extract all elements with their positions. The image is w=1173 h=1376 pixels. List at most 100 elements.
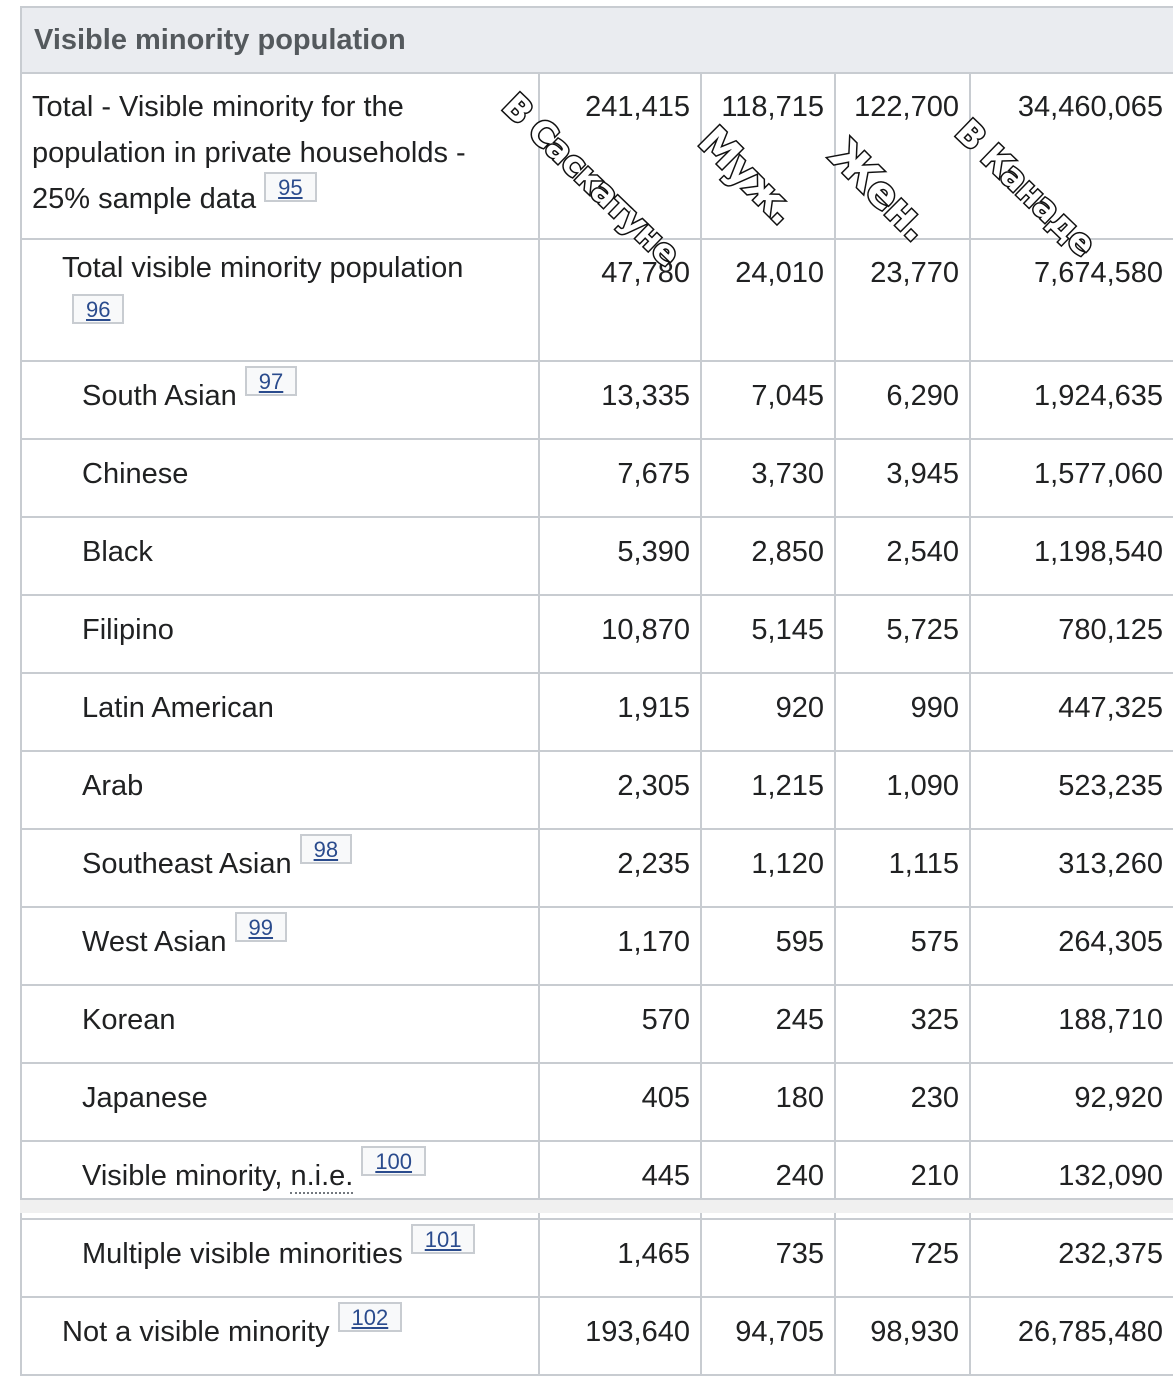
value-male: 920 xyxy=(700,672,836,752)
row-label: Japanese xyxy=(82,1082,208,1114)
value-canada: 232,375 xyxy=(968,1218,1173,1298)
footnote-link[interactable]: 97 xyxy=(244,366,298,396)
row-label-cell: Total visible minority population 96 xyxy=(20,238,540,362)
row-label: Southeast Asian xyxy=(82,848,292,880)
footnote-link[interactable]: 101 xyxy=(410,1224,476,1254)
table-row: South Asian 97 13,335 7,045 6,290 1,924,6… xyxy=(20,360,1173,440)
value-saskatoon: 2,305 xyxy=(538,750,702,830)
value-female: 5,725 xyxy=(834,594,971,674)
row-label-cell: Total - Visible minority for the populat… xyxy=(20,72,540,240)
table-row: Korean 570 245 325 188,710 xyxy=(20,984,1173,1064)
value-male: 1,215 xyxy=(700,750,836,830)
table-row: Arab 2,305 1,215 1,090 523,235 xyxy=(20,750,1173,830)
row-label: South Asian xyxy=(82,380,237,412)
footnote-link[interactable]: 100 xyxy=(361,1146,427,1176)
value-canada: 523,235 xyxy=(968,750,1173,830)
value-saskatoon: 405 xyxy=(538,1062,702,1142)
value-canada: 1,924,635 xyxy=(968,360,1173,440)
value-canada: 188,710 xyxy=(968,984,1173,1064)
row-label-cell: Arab xyxy=(20,750,540,830)
value-canada: 1,577,060 xyxy=(968,438,1173,518)
row-label-cell: South Asian 97 xyxy=(20,360,540,440)
row-label-cell: Korean xyxy=(20,984,540,1064)
value-canada: 92,920 xyxy=(968,1062,1173,1142)
row-label-cell: Southeast Asian 98 xyxy=(20,828,540,908)
section-header-row: Visible minority population xyxy=(19,6,1173,74)
row-label-cell: Japanese xyxy=(20,1062,540,1142)
nie-abbreviation[interactable]: n.i.e. xyxy=(290,1160,354,1194)
value-saskatoon: 5,390 xyxy=(538,516,702,596)
table-row: Total visible minority population 96 47,… xyxy=(20,238,1173,362)
value-female: 230 xyxy=(834,1062,971,1142)
footnote-link[interactable]: 99 xyxy=(234,912,288,942)
value-male: 24,010 xyxy=(700,238,836,362)
row-label: Arab xyxy=(82,770,144,802)
value-saskatoon: 7,675 xyxy=(538,438,702,518)
table-row: Multiple visible minorities 101 1,465 735… xyxy=(20,1218,1173,1298)
value-canada: 26,785,480 xyxy=(968,1296,1173,1376)
value-male: 180 xyxy=(700,1062,836,1142)
value-male: 7,045 xyxy=(700,360,836,440)
row-label-cell: Chinese xyxy=(20,438,540,518)
value-male: 595 xyxy=(700,906,836,986)
value-saskatoon: 47,780 xyxy=(538,238,702,362)
table-row: Filipino 10,870 5,145 5,725 780,125 xyxy=(20,594,1173,674)
value-female: 575 xyxy=(834,906,971,986)
value-saskatoon: 1,465 xyxy=(538,1218,702,1298)
value-female: 1,115 xyxy=(834,828,971,908)
footnote-link[interactable]: 98 xyxy=(299,834,353,864)
value-male: 735 xyxy=(700,1218,836,1298)
value-female: 990 xyxy=(834,672,971,752)
row-label: Not a visible minority xyxy=(62,1316,330,1348)
footnote-link[interactable]: 96 xyxy=(72,294,125,324)
table-row: Latin American 1,915 920 990 447,325 xyxy=(20,672,1173,752)
row-label-cell: Multiple visible minorities 101 xyxy=(20,1218,540,1298)
table-row: Southeast Asian 98 2,235 1,120 1,115 313,… xyxy=(20,828,1173,908)
value-canada: 313,260 xyxy=(968,828,1173,908)
value-female: 98,930 xyxy=(834,1296,971,1376)
table-row: Not a visible minority 102 193,640 94,705… xyxy=(20,1296,1173,1376)
value-saskatoon: 2,235 xyxy=(538,828,702,908)
value-saskatoon: 13,335 xyxy=(538,360,702,440)
value-saskatoon: 193,640 xyxy=(538,1296,702,1376)
row-label: Black xyxy=(82,536,153,568)
value-saskatoon: 1,915 xyxy=(538,672,702,752)
section-title: Visible minority population xyxy=(19,6,1173,74)
value-canada: 1,198,540 xyxy=(968,516,1173,596)
value-saskatoon: 1,170 xyxy=(538,906,702,986)
row-label: Multiple visible minorities xyxy=(82,1238,403,1270)
value-canada: 264,305 xyxy=(968,906,1173,986)
row-label: Total visible minority population xyxy=(62,252,464,284)
value-male: 2,850 xyxy=(700,516,836,596)
value-female: 23,770 xyxy=(834,238,971,362)
row-label: Total - Visible minority for the populat… xyxy=(32,91,466,215)
row-label-cell: Not a visible minority 102 xyxy=(20,1296,540,1376)
value-saskatoon: 570 xyxy=(538,984,702,1064)
row-label-cell: Black xyxy=(20,516,540,596)
value-male: 1,120 xyxy=(700,828,836,908)
row-label: Korean xyxy=(82,1004,176,1036)
value-canada: 780,125 xyxy=(968,594,1173,674)
row-label: Latin American xyxy=(82,692,274,724)
value-female: 3,945 xyxy=(834,438,971,518)
row-label: West Asian xyxy=(82,926,227,958)
row-label: Chinese xyxy=(82,458,189,490)
row-label-cell: West Asian 99 xyxy=(20,906,540,986)
value-female: 2,540 xyxy=(834,516,971,596)
value-female: 1,090 xyxy=(834,750,971,830)
value-female: 725 xyxy=(834,1218,971,1298)
footnote-link[interactable]: 102 xyxy=(337,1302,403,1332)
table-row: Japanese 405 180 230 92,920 xyxy=(20,1062,1173,1142)
value-canada: 447,325 xyxy=(968,672,1173,752)
value-male: 245 xyxy=(700,984,836,1064)
table-row: Black 5,390 2,850 2,540 1,198,540 xyxy=(20,516,1173,596)
table-row: West Asian 99 1,170 595 575 264,305 xyxy=(20,906,1173,986)
table-row: Chinese 7,675 3,730 3,945 1,577,060 xyxy=(20,438,1173,518)
row-label-cell: Latin American xyxy=(20,672,540,752)
footnote-link[interactable]: 95 xyxy=(264,172,317,202)
row-label-cell: Filipino xyxy=(20,594,540,674)
value-female: 325 xyxy=(834,984,971,1064)
row-label-prefix: Visible minority, xyxy=(82,1160,291,1192)
value-male: 5,145 xyxy=(700,594,836,674)
value-male: 94,705 xyxy=(700,1296,836,1376)
